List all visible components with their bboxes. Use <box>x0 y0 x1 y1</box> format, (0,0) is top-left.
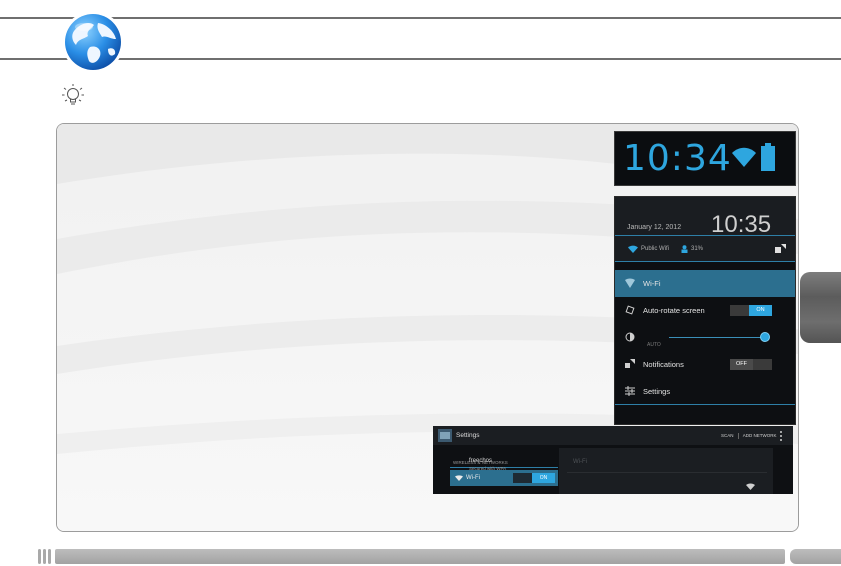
qs-network: Public Wifi <box>641 246 670 252</box>
notifications-icon <box>625 359 635 368</box>
wifi-icon <box>625 278 635 288</box>
brightness-icon <box>625 332 635 342</box>
footer-page-tab <box>790 549 841 564</box>
settings-item-label: Wi-Fi <box>466 475 480 481</box>
qs-row-notifications[interactable]: Notifications OFF <box>615 351 795 378</box>
qs-row-brightness[interactable]: AUTO <box>615 324 795 351</box>
wifi-settings-screenshot: Settings SCAN ADD NETWORK WIRELESS & NET… <box>433 426 793 494</box>
network-name[interactable]: freechos <box>469 458 492 464</box>
settings-sliders-icon <box>625 386 635 396</box>
wifi-networks-pane: Wi-Fi <box>559 448 773 494</box>
qs-date: January 12, 2012 <box>627 224 682 231</box>
header-rule-bottom <box>0 58 841 60</box>
network-security: Secured with WPA <box>469 466 507 471</box>
qs-notifications-label: Notifications <box>643 360 684 369</box>
qs-battery: 31% <box>691 246 704 252</box>
bar-stripe <box>38 549 41 564</box>
user-icon <box>681 245 688 253</box>
quick-settings-screenshot: January 12, 2012 10:35 Public Wifi 31% W… <box>614 196 796 425</box>
globe-icon <box>62 11 124 73</box>
qs-row-auto-rotate[interactable]: Auto-rotate screen ON <box>615 297 795 324</box>
wifi-icon <box>732 147 756 167</box>
qs-divider <box>615 261 795 262</box>
toggle-state: OFF <box>730 359 753 370</box>
brightness-slider[interactable] <box>669 337 769 338</box>
rotate-icon <box>625 305 635 315</box>
lightbulb-icon <box>62 84 84 105</box>
toggle-state: ON <box>532 473 555 483</box>
add-network-button[interactable]: ADD NETWORK <box>743 433 777 438</box>
bar-stripe <box>48 549 51 564</box>
scan-button[interactable]: SCAN <box>721 433 734 438</box>
qs-divider <box>615 235 795 236</box>
settings-actions: SCAN ADD NETWORK <box>721 433 777 439</box>
settings-title: Settings <box>456 432 480 439</box>
toggle-state: ON <box>749 305 772 316</box>
overflow-menu-icon[interactable] <box>780 431 782 441</box>
brightness-auto-label[interactable]: AUTO <box>647 342 661 348</box>
wifi-pane-header: Wi-Fi <box>573 459 587 465</box>
battery-icon <box>761 143 775 171</box>
scroll-gutter <box>774 448 793 494</box>
clock-time: 10:34 <box>623 138 732 179</box>
qs-divider <box>615 404 795 405</box>
footer-bar <box>55 549 785 564</box>
notifications-toggle[interactable]: OFF <box>730 359 772 370</box>
wifi-icon <box>628 245 638 253</box>
wifi-signal-lock-icon <box>746 483 755 490</box>
wifi-icon <box>455 475 463 481</box>
wifi-toggle[interactable]: ON <box>513 473 555 483</box>
header-rule-top <box>0 17 841 19</box>
qs-rotate-label: Auto-rotate screen <box>643 306 705 315</box>
side-tab <box>800 272 841 343</box>
qs-row-wifi[interactable]: Wi-Fi <box>615 270 795 297</box>
rotate-toggle[interactable]: ON <box>730 305 772 316</box>
brightness-slider-knob[interactable] <box>760 332 770 342</box>
settings-app-icon <box>438 429 452 442</box>
status-bar-screenshot: 10:34 <box>614 131 796 186</box>
settings-item-wifi[interactable]: Wi-Fi ON <box>450 470 558 486</box>
pane-divider <box>567 472 767 473</box>
bar-stripe <box>43 549 46 564</box>
qs-settings-label: Settings <box>643 387 671 396</box>
qs-row-settings[interactable]: Settings <box>615 378 795 405</box>
actions-divider <box>737 433 739 439</box>
settings-shortcut-icon <box>775 244 786 253</box>
qs-wifi-label: Wi-Fi <box>643 279 661 288</box>
